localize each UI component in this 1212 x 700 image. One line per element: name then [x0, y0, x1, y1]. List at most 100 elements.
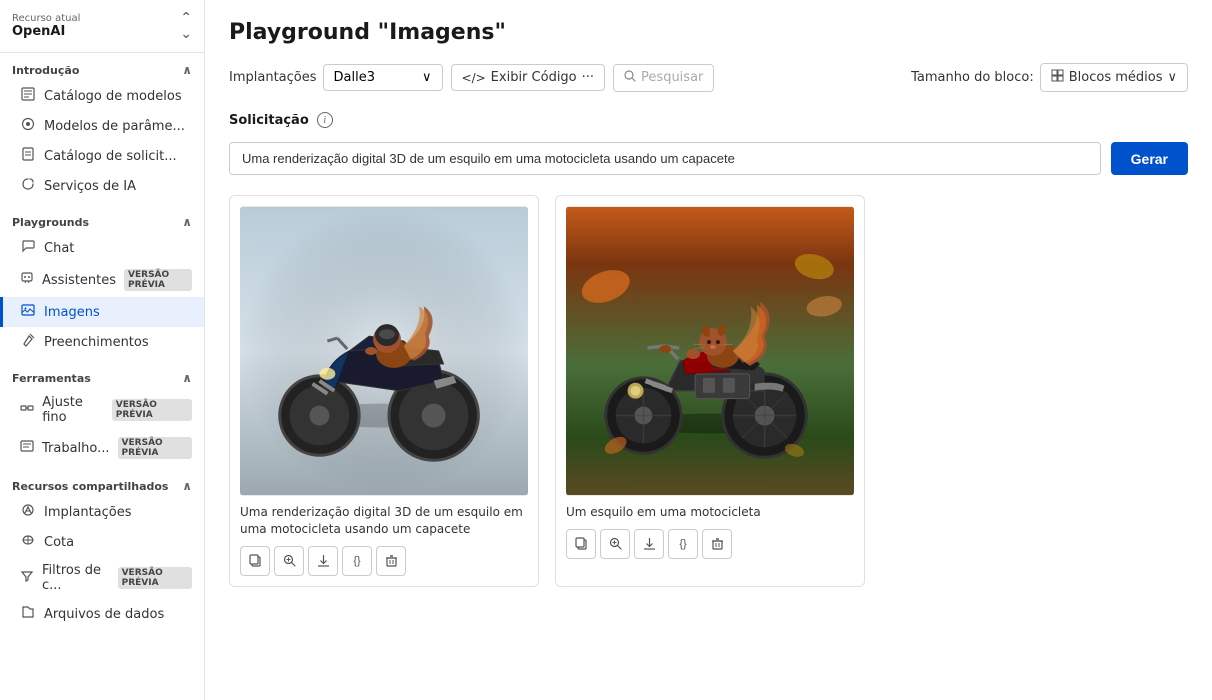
image-actions-1: {}	[240, 546, 528, 576]
nav-section-intro: Introdução ∧ Catálogo de modelos Modelos…	[0, 53, 204, 205]
block-size-label: Tamanho do bloco:	[911, 70, 1034, 85]
copy-button-1[interactable]	[240, 546, 270, 576]
search-placeholder: Pesquisar	[641, 70, 703, 85]
trabalhos-badge: VERSÃO PRÉVIA	[118, 437, 192, 459]
ajuste-fino-badge: VERSÃO PRÉVIA	[112, 399, 192, 421]
nav-section-recursos: Recursos compartilhados ∧ Implantações C…	[0, 469, 204, 633]
catalogo-modelos-label: Catálogo de modelos	[44, 89, 182, 104]
nav-section-playgrounds-label: Playgrounds	[12, 216, 89, 229]
imagens-icon	[20, 303, 36, 321]
image-placeholder-2	[566, 206, 854, 496]
intro-collapse-icon: ∧	[182, 63, 192, 77]
delete-button-1[interactable]	[376, 546, 406, 576]
code-button-1[interactable]: {}	[342, 546, 372, 576]
image-actions-2: {}	[566, 529, 854, 559]
page-title: Playground "Imagens"	[229, 20, 1188, 45]
block-size-chevron-icon: ∨	[1167, 70, 1177, 85]
sidebar-item-assistentes[interactable]: Assistentes VERSÃO PRÉVIA	[0, 263, 204, 297]
implantacoes-label: Implantações	[44, 505, 132, 520]
sidebar-item-catalogo-solicit[interactable]: Catálogo de solicit...	[0, 141, 204, 171]
chat-icon	[20, 239, 36, 257]
delete-button-2[interactable]	[702, 529, 732, 559]
filtros-icon	[20, 569, 34, 587]
sidebar-item-ajuste-fino[interactable]: Ajuste fino VERSÃO PRÉVIA	[0, 389, 204, 431]
show-code-ellipsis: ···	[582, 70, 594, 85]
image-placeholder-1	[240, 206, 528, 496]
cota-icon	[20, 533, 36, 551]
main-content: Playground "Imagens" Implantações Dalle3…	[205, 0, 1212, 700]
download-button-2[interactable]	[634, 529, 664, 559]
block-size-grid-icon	[1051, 69, 1064, 86]
sidebar-item-implantacoes[interactable]: Implantações	[0, 497, 204, 527]
show-code-button[interactable]: </> Exibir Código ···	[451, 64, 606, 91]
sidebar-item-modelos-param[interactable]: Modelos de parâme...	[0, 111, 204, 141]
resource-name: OpenAI	[12, 24, 80, 39]
playgrounds-collapse-icon: ∧	[182, 215, 192, 229]
code-braces-icon: {}	[353, 555, 360, 567]
arquivos-label: Arquivos de dados	[44, 607, 164, 622]
copy-button-2[interactable]	[566, 529, 596, 559]
nav-section-playgrounds-header[interactable]: Playgrounds ∧	[0, 209, 204, 233]
sidebar-item-preenchimentos[interactable]: Preenchimentos	[0, 327, 204, 357]
code-braces-icon-2: {}	[679, 538, 686, 550]
search-box[interactable]: Pesquisar	[613, 64, 714, 92]
filtros-label: Filtros de c...	[42, 563, 110, 593]
nav-section-ferramentas: Ferramentas ∧ Ajuste fino VERSÃO PRÉVIA …	[0, 361, 204, 469]
nav-section-recursos-header[interactable]: Recursos compartilhados ∧	[0, 473, 204, 497]
trabalhos-label: Trabalho...	[42, 441, 110, 456]
solicitation-label: Solicitação	[229, 113, 309, 128]
image-card-2: Um esquilo em uma motocicleta {}	[555, 195, 865, 587]
ajuste-fino-icon	[20, 401, 34, 419]
nav-section-playgrounds: Playgrounds ∧ Chat Assistentes VERSÃO PR…	[0, 205, 204, 361]
solicitation-input-row: Gerar	[229, 142, 1188, 175]
nav-section-intro-header[interactable]: Introdução ∧	[0, 57, 204, 81]
sidebar: Recurso atual OpenAI ⌃⌄ Introdução ∧ Cat…	[0, 0, 205, 700]
arquivos-icon	[20, 605, 36, 623]
sidebar-item-cota[interactable]: Cota	[0, 527, 204, 557]
sidebar-item-servicos-ia[interactable]: Serviços de IA	[0, 171, 204, 201]
search-button-1[interactable]	[274, 546, 304, 576]
recursos-collapse-icon: ∧	[182, 479, 192, 493]
sidebar-item-chat[interactable]: Chat	[0, 233, 204, 263]
deployments-group: Implantações Dalle3 ∨	[229, 64, 443, 91]
sidebar-item-filtros[interactable]: Filtros de c... VERSÃO PRÉVIA	[0, 557, 204, 599]
download-button-1[interactable]	[308, 546, 338, 576]
solicitation-row: Solicitação i	[229, 112, 1188, 128]
deployments-value: Dalle3	[334, 70, 375, 85]
generate-button[interactable]: Gerar	[1111, 142, 1188, 175]
resource-header-left: Recurso atual OpenAI	[12, 13, 80, 39]
modelos-param-icon	[20, 117, 36, 135]
deployments-chevron-icon: ∨	[422, 70, 432, 85]
resource-header[interactable]: Recurso atual OpenAI ⌃⌄	[0, 0, 204, 53]
block-size-button[interactable]: Blocos médios ∨	[1040, 63, 1188, 92]
show-code-label: Exibir Código	[491, 70, 577, 85]
nav-section-intro-label: Introdução	[12, 64, 79, 77]
catalogo-solicit-icon	[20, 147, 36, 165]
deployments-label: Implantações	[229, 70, 317, 85]
sidebar-item-trabalhos[interactable]: Trabalho... VERSÃO PRÉVIA	[0, 431, 204, 465]
resource-label: Recurso atual	[12, 13, 80, 24]
servicos-ia-label: Serviços de IA	[44, 179, 136, 194]
block-size-value: Blocos médios	[1069, 70, 1163, 85]
sidebar-item-imagens[interactable]: Imagens	[0, 297, 204, 327]
nav-section-ferramentas-header[interactable]: Ferramentas ∧	[0, 365, 204, 389]
sidebar-item-catalogo-modelos[interactable]: Catálogo de modelos	[0, 81, 204, 111]
search-button-2[interactable]	[600, 529, 630, 559]
nav-section-ferramentas-label: Ferramentas	[12, 372, 91, 385]
sidebar-item-arquivos[interactable]: Arquivos de dados	[0, 599, 204, 629]
image-card-1: Uma renderização digital 3D de um esquil…	[229, 195, 539, 587]
code-button-2[interactable]: {}	[668, 529, 698, 559]
solicitation-input[interactable]	[229, 142, 1101, 175]
catalogo-modelos-icon	[20, 87, 36, 105]
ferramentas-collapse-icon: ∧	[182, 371, 192, 385]
nav-section-recursos-label: Recursos compartilhados	[12, 480, 168, 493]
modelos-param-label: Modelos de parâme...	[44, 119, 185, 134]
catalogo-solicit-label: Catálogo de solicit...	[44, 149, 177, 164]
preenchimentos-icon	[20, 333, 36, 351]
implantacoes-icon	[20, 503, 36, 521]
toolbar: Implantações Dalle3 ∨ </> Exibir Código …	[229, 63, 1188, 92]
assistentes-badge: VERSÃO PRÉVIA	[124, 269, 192, 291]
ajuste-fino-label: Ajuste fino	[42, 395, 104, 425]
solicitation-info-icon[interactable]: i	[317, 112, 333, 128]
deployments-select[interactable]: Dalle3 ∨	[323, 64, 443, 91]
